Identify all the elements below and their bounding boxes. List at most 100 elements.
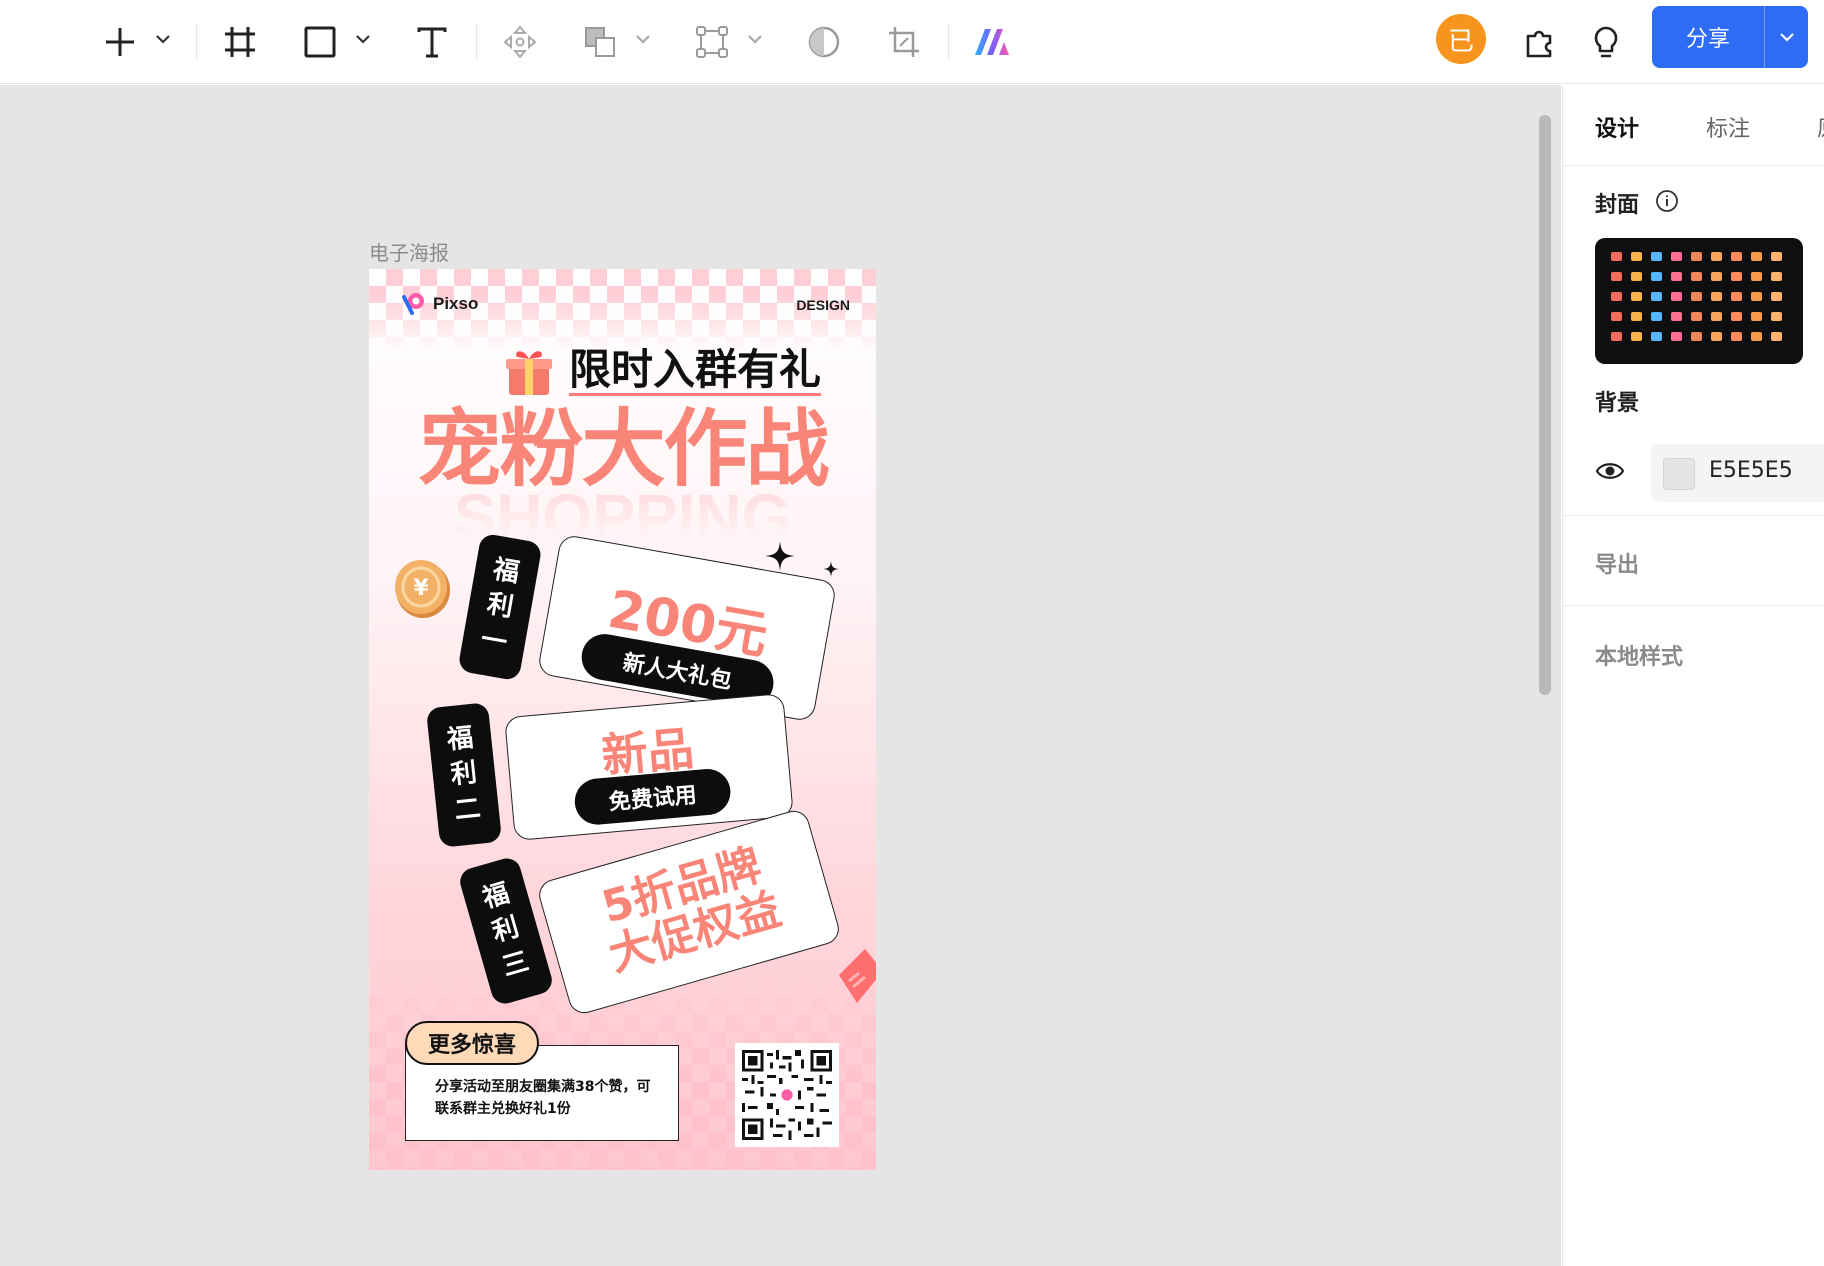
- cover-sticker-3-7: [1751, 312, 1762, 321]
- cover-sticker-1-6: [1731, 272, 1742, 281]
- top-toolbar: 已 分享: [0, 0, 1824, 84]
- qr-code: [735, 1043, 839, 1147]
- background-color-field[interactable]: E5E5E5: [1651, 444, 1824, 502]
- tab-annotate[interactable]: 标注: [1706, 111, 1750, 143]
- canvas-scrollbar[interactable]: [1539, 115, 1551, 695]
- cover-sticker-2-1: [1631, 292, 1642, 301]
- cover-sticker-2-7: [1751, 292, 1762, 301]
- cover-sticker-3-3: [1671, 312, 1682, 321]
- boolean-icon: [585, 27, 615, 57]
- local-styles-section[interactable]: 本地样式: [1595, 639, 1683, 671]
- export-section[interactable]: 导出: [1595, 547, 1639, 579]
- mask-tool-button[interactable]: [800, 10, 848, 74]
- cover-sticker-4-7: [1751, 332, 1762, 341]
- panel-divider: [1563, 165, 1824, 166]
- brand-logo: Pixso: [401, 291, 478, 317]
- cover-sticker-2-5: [1711, 292, 1722, 301]
- cover-sticker-0-8: [1771, 252, 1782, 261]
- tips-button[interactable]: [1582, 10, 1630, 74]
- cover-sticker-4-6: [1731, 332, 1742, 341]
- cover-sticker-1-1: [1631, 272, 1642, 281]
- more-surprises-text: 分享活动至朋友圈集满38个赞，可联系群主兑换好礼1份: [435, 1079, 651, 1117]
- panel-divider: [1563, 515, 1824, 516]
- tab-prototype[interactable]: 原: [1817, 111, 1824, 143]
- panel-divider: [1563, 605, 1824, 606]
- brand-name: Pixso: [433, 294, 479, 313]
- headline-title: 宠粉大作战: [417, 400, 829, 498]
- text-tool-button[interactable]: [408, 10, 456, 74]
- cover-sticker-0-2: [1651, 252, 1662, 261]
- cover-sticker-2-8: [1771, 292, 1782, 301]
- chevron-down-icon: [1779, 33, 1794, 42]
- plugins-button[interactable]: [1516, 10, 1564, 74]
- cover-sticker-3-4: [1691, 312, 1702, 321]
- cover-sticker-3-0: [1611, 312, 1622, 321]
- toolbar-divider: [948, 24, 949, 60]
- cover-sticker-3-6: [1731, 312, 1742, 321]
- share-button-group: 分享: [1652, 6, 1808, 68]
- more-surprises-badge: 更多惊喜: [405, 1021, 539, 1065]
- cover-sticker-4-1: [1631, 332, 1642, 341]
- background-color-swatch[interactable]: [1663, 458, 1695, 490]
- gift-icon: [506, 351, 552, 395]
- design-tag: DESIGN: [796, 297, 850, 313]
- text-icon: [417, 27, 447, 58]
- ai-tool-button[interactable]: [968, 10, 1016, 74]
- toolbar-divider: [196, 24, 197, 60]
- chevron-down-icon[interactable]: [744, 28, 766, 50]
- info-icon[interactable]: [1655, 189, 1679, 213]
- cover-sticker-3-8: [1771, 312, 1782, 321]
- share-menu-button[interactable]: [1764, 6, 1808, 68]
- eye-icon[interactable]: [1595, 459, 1625, 483]
- svg-text:¥: ¥: [413, 576, 429, 601]
- component-tool-button[interactable]: [496, 10, 544, 74]
- properties-panel: 设计 标注 原 封面 背景 E5E5E5 导出 本地样式: [1562, 85, 1824, 1266]
- cover-sticker-0-0: [1611, 252, 1622, 261]
- cover-preview-image: [1611, 252, 1782, 341]
- cover-sticker-2-4: [1691, 292, 1702, 301]
- cover-label: 封面: [1595, 193, 1640, 218]
- cover-sticker-0-3: [1671, 252, 1682, 261]
- vector-tool-button[interactable]: [688, 10, 736, 74]
- chevron-down-icon[interactable]: [632, 28, 654, 50]
- cover-sticker-1-3: [1671, 272, 1682, 281]
- shape-tool-button[interactable]: [296, 10, 344, 74]
- design-canvas[interactable]: 电子海报 Pixso DESIGN 限时入群有礼 SHOPPING 宠粉大作战: [0, 85, 1561, 1266]
- lightbulb-icon: [1594, 26, 1618, 58]
- add-tool-button[interactable]: [96, 10, 144, 74]
- cover-sticker-4-2: [1651, 332, 1662, 341]
- subhead-title: 限时入群有礼: [569, 346, 822, 397]
- rectangle-icon: [304, 26, 336, 58]
- benefit-tag-1: 福利一: [457, 532, 543, 682]
- cover-sticker-2-0: [1611, 292, 1622, 301]
- crop-icon: [889, 27, 919, 57]
- user-avatar[interactable]: 已: [1436, 14, 1486, 64]
- frame-tool-button[interactable]: [216, 10, 264, 74]
- benefit-card-2: 新品 免费试用: [504, 693, 794, 841]
- cover-sticker-0-1: [1631, 252, 1642, 261]
- frame-label[interactable]: 电子海报: [369, 237, 449, 266]
- cover-sticker-3-2: [1651, 312, 1662, 321]
- poster-frame[interactable]: Pixso DESIGN 限时入群有礼 SHOPPING 宠粉大作战 ¥ 福 利…: [369, 269, 876, 1170]
- crop-tool-button[interactable]: [880, 10, 928, 74]
- cover-sticker-0-7: [1751, 252, 1762, 261]
- cover-thumbnail[interactable]: [1595, 238, 1803, 364]
- share-button[interactable]: 分享: [1652, 6, 1764, 68]
- ticket-icon: [839, 949, 876, 1003]
- chevron-down-icon[interactable]: [352, 28, 374, 50]
- cover-sticker-4-3: [1671, 332, 1682, 341]
- boolean-tool-button[interactable]: [576, 10, 624, 74]
- contrast-icon: [808, 26, 840, 58]
- cover-sticker-1-5: [1711, 272, 1722, 281]
- background-color-hex[interactable]: E5E5E5: [1709, 458, 1793, 483]
- cover-sticker-3-5: [1711, 312, 1722, 321]
- tab-design[interactable]: 设计: [1595, 111, 1639, 143]
- cover-sticker-0-5: [1711, 252, 1722, 261]
- cover-sticker-1-8: [1771, 272, 1782, 281]
- cover-sticker-4-0: [1611, 332, 1622, 341]
- cover-sticker-2-2: [1651, 292, 1662, 301]
- pixso-logo-icon: [402, 293, 424, 315]
- chevron-down-icon[interactable]: [152, 28, 174, 50]
- benefit-card-3-title: 5折品牌 大促权益: [596, 839, 787, 982]
- cover-sticker-1-2: [1651, 272, 1662, 281]
